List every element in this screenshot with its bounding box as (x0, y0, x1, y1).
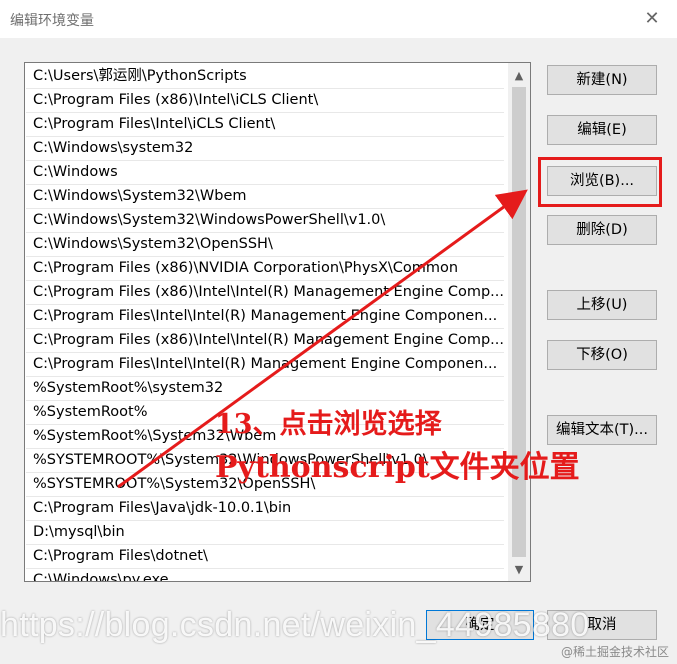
path-list-item[interactable]: C:\Windows\System32\WindowsPowerShell\v1… (26, 209, 504, 233)
path-list-item[interactable]: C:\Windows\system32 (26, 137, 504, 161)
edit-button[interactable]: 编辑(E) (547, 115, 657, 145)
path-list-item[interactable]: D:\mysql\bin (26, 521, 504, 545)
path-list-item[interactable]: C:\Program Files (x86)\Intel\iCLS Client… (26, 89, 504, 113)
annotation-line-1: 13、点击浏览选择 (215, 409, 442, 440)
path-list-item[interactable]: C:\Windows (26, 161, 504, 185)
path-list-item[interactable]: C:\Program Files\Intel\iCLS Client\ (26, 113, 504, 137)
browse-highlight-box (538, 157, 662, 207)
path-list-item[interactable]: C:\Program Files (x86)\Intel\Intel(R) Ma… (26, 329, 504, 353)
watermark-url: https://blog.csdn.net/weixin_44985880 (0, 606, 590, 644)
path-list-item[interactable]: C:\Program Files\Intel\Intel(R) Manageme… (26, 305, 504, 329)
scroll-thumb[interactable] (512, 87, 526, 557)
path-list-item[interactable]: C:\Program Files\dotnet\ (26, 545, 504, 569)
move-up-button[interactable]: 上移(U) (547, 290, 657, 320)
path-list-item[interactable]: C:\Windows\py.exe (26, 569, 504, 581)
path-list-item[interactable]: C:\Windows\System32\Wbem (26, 185, 504, 209)
juejin-watermark: @稀土掘金技术社区 (560, 645, 669, 659)
path-list-item[interactable]: C:\Program Files (x86)\NVIDIA Corporatio… (26, 257, 504, 281)
path-list-item[interactable]: C:\Program Files\Java\jdk-10.0.1\bin (26, 497, 504, 521)
new-button[interactable]: 新建(N) (547, 65, 657, 95)
close-icon[interactable]: ✕ (641, 8, 663, 30)
scroll-down-icon[interactable]: ▼ (508, 559, 530, 581)
path-list[interactable]: C:\Windows\py.exe C:\Program Files\dotnet… (24, 62, 531, 582)
title-bar: 编辑环境变量 ✕ (0, 0, 677, 38)
scroll-up-icon[interactable]: ▲ (508, 65, 530, 87)
window-title: 编辑环境变量 (10, 13, 94, 29)
path-list-item[interactable]: C:\Windows\System32\OpenSSH\ (26, 233, 504, 257)
vertical-scrollbar[interactable]: ▲ ▼ (508, 63, 530, 581)
path-list-item[interactable]: %SystemRoot%\system32 (26, 377, 504, 401)
path-list-item[interactable]: C:\Program Files (x86)\Intel\Intel(R) Ma… (26, 281, 504, 305)
annotation-line-2: Pythonscript文件夹位置 (215, 450, 580, 485)
path-list-item[interactable]: C:\Users\郭运刚\PythonScripts (26, 65, 504, 89)
path-list-item[interactable]: C:\Program Files\Intel\Intel(R) Manageme… (26, 353, 504, 377)
delete-button[interactable]: 删除(D) (547, 215, 657, 245)
move-down-button[interactable]: 下移(O) (547, 340, 657, 370)
edit-text-button[interactable]: 编辑文本(T)... (547, 415, 657, 445)
